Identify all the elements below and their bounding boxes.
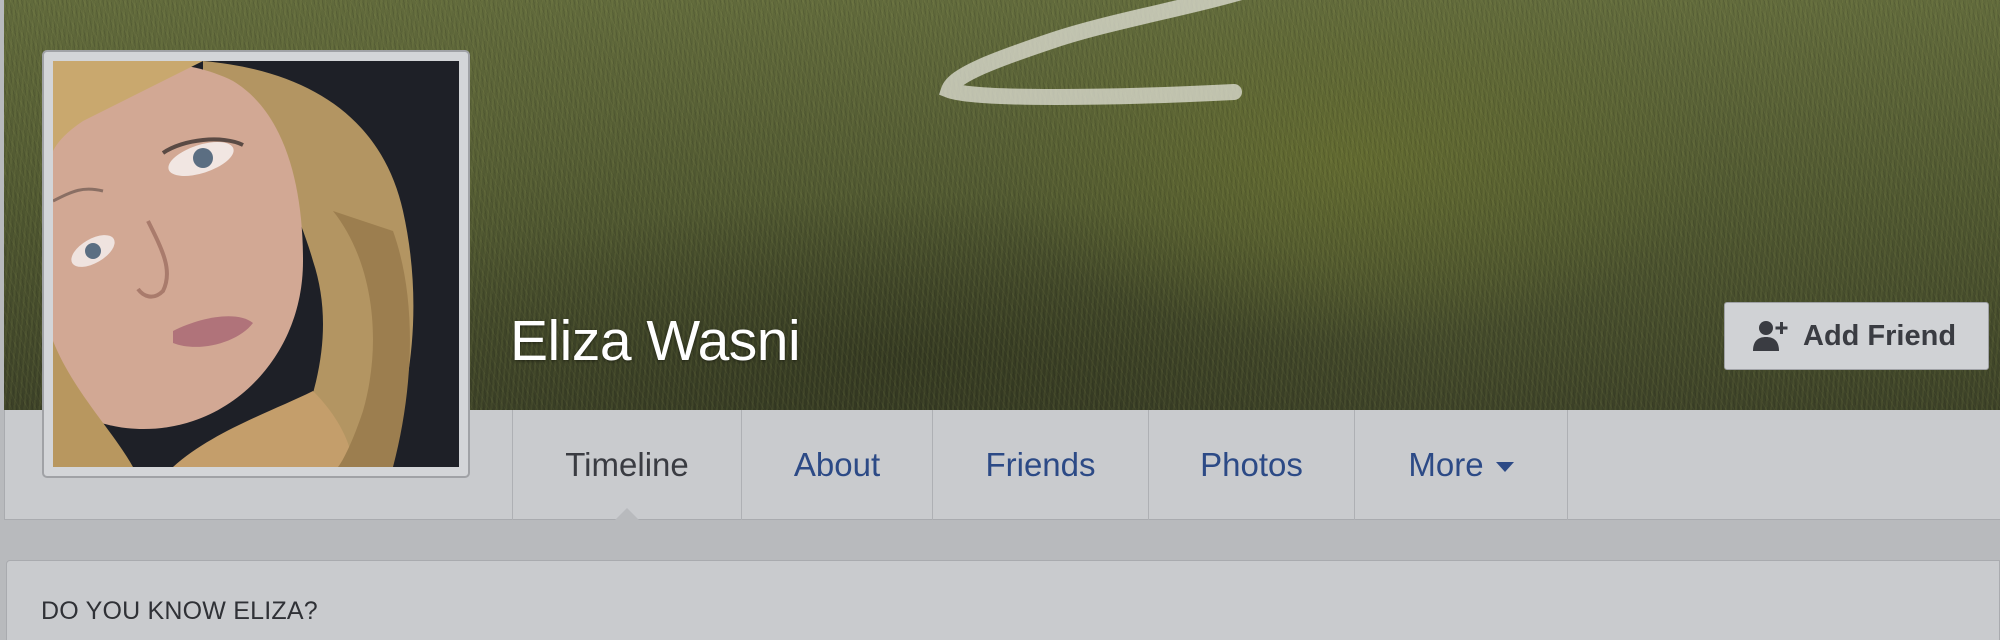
profile-photo-image [53,61,459,467]
active-tab-pointer [614,508,640,521]
tab-friends-label: Friends [985,446,1096,483]
tab-timeline[interactable]: Timeline [513,410,742,521]
add-friend-icon [1753,321,1788,351]
add-friend-button[interactable]: Add Friend [1724,302,1989,370]
profile-name[interactable]: Eliza Wasni [510,308,801,374]
tab-photos[interactable]: Photos [1149,410,1355,520]
know-card-title: DO YOU KNOW ELIZA? [41,597,318,625]
tab-about-label: About [793,446,881,483]
tab-more[interactable]: More [1355,410,1568,520]
chalk-marking [939,0,1243,105]
add-friend-label: Add Friend [1803,319,1957,352]
know-person-card: DO YOU KNOW ELIZA? [6,560,2000,640]
profile-tabs: Timeline About Friends Photos More [512,410,1568,521]
tab-photos-label: Photos [1200,446,1303,483]
profile-picture[interactable] [42,50,470,478]
tab-more-label: More [1408,446,1484,483]
tab-about[interactable]: About [742,410,933,520]
tab-friends[interactable]: Friends [933,410,1149,520]
profile-page: Eliza Wasni Add Friend Timeline About Fr… [0,0,2000,640]
tab-timeline-label: Timeline [565,446,689,483]
caret-down-icon [1495,462,1514,472]
